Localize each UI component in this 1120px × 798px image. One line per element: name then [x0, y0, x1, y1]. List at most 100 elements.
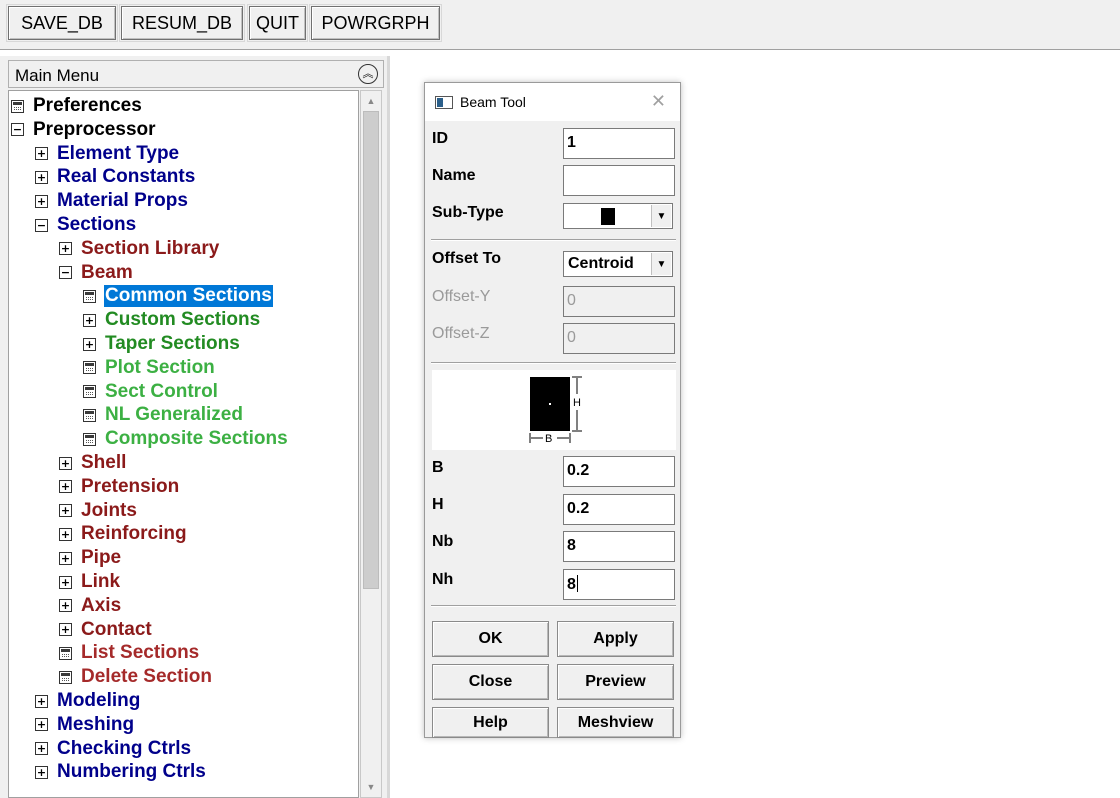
b-field[interactable]: 0.2 — [563, 456, 675, 487]
dialog-icon[interactable] — [59, 670, 72, 684]
nh-field[interactable]: 8 — [563, 569, 675, 600]
dialog-icon[interactable] — [59, 646, 72, 660]
expand-plus-icon[interactable]: + — [83, 337, 96, 351]
tree-item-custom-sections[interactable]: + Custom Sections — [83, 309, 261, 331]
help-button[interactable]: Help — [432, 707, 549, 738]
tree-item-list-sections[interactable]: List Sections — [59, 642, 200, 664]
name-field[interactable] — [563, 165, 675, 196]
resum-db-button[interactable]: RESUM_DB — [119, 4, 245, 42]
expand-plus-icon[interactable]: + — [35, 765, 48, 779]
powrgrph-button[interactable]: POWRGRPH — [309, 4, 442, 42]
expand-plus-icon[interactable]: + — [35, 742, 48, 756]
expand-plus-icon[interactable]: + — [59, 551, 72, 565]
tree-item-nl-generalized[interactable]: NL Generalized — [83, 404, 244, 426]
ok-button[interactable]: OK — [432, 621, 549, 657]
quit-button[interactable]: QUIT — [247, 4, 308, 42]
tree-item-beam[interactable]: − Beam — [59, 262, 134, 284]
window-icon — [435, 96, 453, 109]
save-db-button[interactable]: SAVE_DB — [6, 4, 118, 42]
close-icon[interactable]: ✕ — [651, 91, 666, 112]
tree-item-numbering-ctrls[interactable]: + Numbering Ctrls — [35, 761, 207, 783]
expand-minus-icon[interactable]: − — [35, 218, 48, 232]
dialog-title-bar[interactable]: Beam Tool ✕ — [425, 83, 680, 121]
tree-item-label: Joints — [81, 499, 137, 521]
tree-item-meshing[interactable]: + Meshing — [35, 714, 135, 736]
tree-item-joints[interactable]: + Joints — [59, 500, 138, 522]
sub-type-select[interactable]: ▼ — [563, 203, 673, 229]
offset-to-select[interactable]: Centroid ▼ — [563, 251, 673, 277]
tree-item-delete-section[interactable]: Delete Section — [59, 666, 213, 688]
expand-plus-icon[interactable]: + — [35, 194, 48, 208]
offset-z-field: 0 — [563, 323, 675, 354]
tree-item-label: Delete Section — [81, 666, 212, 688]
apply-button[interactable]: Apply — [557, 621, 674, 657]
preview-button[interactable]: Preview — [557, 664, 674, 700]
tree-item-real-constants[interactable]: + Real Constants — [35, 166, 196, 188]
scrollbar-thumb[interactable] — [363, 111, 379, 589]
dialog-icon[interactable] — [11, 99, 24, 113]
tree-item-label: Section Library — [81, 237, 220, 259]
h-field[interactable]: 0.2 — [563, 494, 675, 525]
b-label: B — [432, 459, 444, 476]
tree-item-sect-control[interactable]: Sect Control — [83, 381, 219, 403]
id-field[interactable]: 1 — [563, 128, 675, 159]
expand-plus-icon[interactable]: + — [59, 527, 72, 541]
panel-divider[interactable] — [387, 56, 390, 798]
expand-plus-icon[interactable]: + — [59, 242, 72, 256]
divider — [431, 239, 676, 241]
tree-scrollbar[interactable]: ▲ ▼ — [360, 90, 382, 798]
tree-item-link[interactable]: + Link — [59, 571, 121, 593]
expand-minus-icon[interactable]: − — [59, 266, 72, 280]
expand-plus-icon[interactable]: + — [59, 504, 72, 518]
tree-item-label: Real Constants — [57, 166, 196, 188]
tree-item-pipe[interactable]: + Pipe — [59, 547, 122, 569]
tree-item-checking-ctrls[interactable]: + Checking Ctrls — [35, 738, 192, 760]
tree-item-contact[interactable]: + Contact — [59, 619, 153, 641]
expand-plus-icon[interactable]: + — [83, 313, 96, 327]
dialog-icon[interactable] — [83, 385, 96, 399]
tree-item-element-type[interactable]: + Element Type — [35, 143, 180, 165]
dialog-icon[interactable] — [83, 289, 96, 303]
chevron-down-icon[interactable]: ▼ — [651, 205, 671, 227]
tree-item-modeling[interactable]: + Modeling — [35, 690, 141, 712]
tree-item-preprocessor[interactable]: − Preprocessor — [11, 119, 157, 141]
tree-item-pretension[interactable]: + Pretension — [59, 476, 180, 498]
expand-plus-icon[interactable]: + — [35, 694, 48, 708]
tree-item-section-library[interactable]: + Section Library — [59, 238, 220, 260]
chevron-down-icon[interactable]: ▼ — [651, 253, 671, 275]
scroll-up-arrow-icon[interactable]: ▲ — [363, 93, 379, 109]
dialog-icon[interactable] — [83, 408, 96, 422]
close-button[interactable]: Close — [432, 664, 549, 700]
tree-item-label: Shell — [81, 452, 127, 473]
tree-item-preferences[interactable]: Preferences — [11, 95, 143, 117]
offset-y-field: 0 — [563, 286, 675, 317]
expand-plus-icon[interactable]: + — [59, 480, 72, 494]
tree-item-plot-section[interactable]: Plot Section — [83, 357, 216, 379]
expand-plus-icon[interactable]: + — [35, 147, 48, 161]
main-menu-header: Main Menu ︽ — [8, 60, 384, 88]
expand-plus-icon[interactable]: + — [59, 575, 72, 589]
nb-field[interactable]: 8 — [563, 531, 675, 562]
expand-plus-icon[interactable]: + — [35, 170, 48, 184]
scroll-down-arrow-icon[interactable]: ▼ — [363, 779, 379, 795]
expand-plus-icon[interactable]: + — [35, 718, 48, 732]
expand-plus-icon[interactable]: + — [59, 456, 72, 470]
expand-plus-icon[interactable]: + — [59, 599, 72, 613]
nh-value: 8 — [567, 576, 576, 593]
tree-item-composite-sections[interactable]: Composite Sections — [83, 428, 289, 450]
double-chevron-up-icon[interactable]: ︽ — [358, 64, 378, 84]
toolbar: SAVE_DB RESUM_DB QUIT POWRGRPH — [0, 0, 1120, 50]
expand-minus-icon[interactable]: − — [11, 123, 24, 137]
tree-item-label: NL Generalized — [105, 404, 243, 426]
tree-item-axis[interactable]: + Axis — [59, 595, 122, 617]
expand-plus-icon[interactable]: + — [59, 623, 72, 637]
tree-item-material-props[interactable]: + Material Props — [35, 190, 189, 212]
tree-item-shell[interactable]: + Shell — [59, 452, 127, 474]
tree-item-reinforcing[interactable]: + Reinforcing — [59, 523, 188, 545]
tree-item-common-sections[interactable]: Common Sections — [83, 285, 273, 308]
dialog-icon[interactable] — [83, 432, 96, 446]
meshview-button[interactable]: Meshview — [557, 707, 674, 738]
dialog-icon[interactable] — [83, 361, 96, 375]
tree-item-sections[interactable]: − Sections — [35, 214, 137, 236]
tree-item-taper-sections[interactable]: + Taper Sections — [83, 333, 241, 355]
